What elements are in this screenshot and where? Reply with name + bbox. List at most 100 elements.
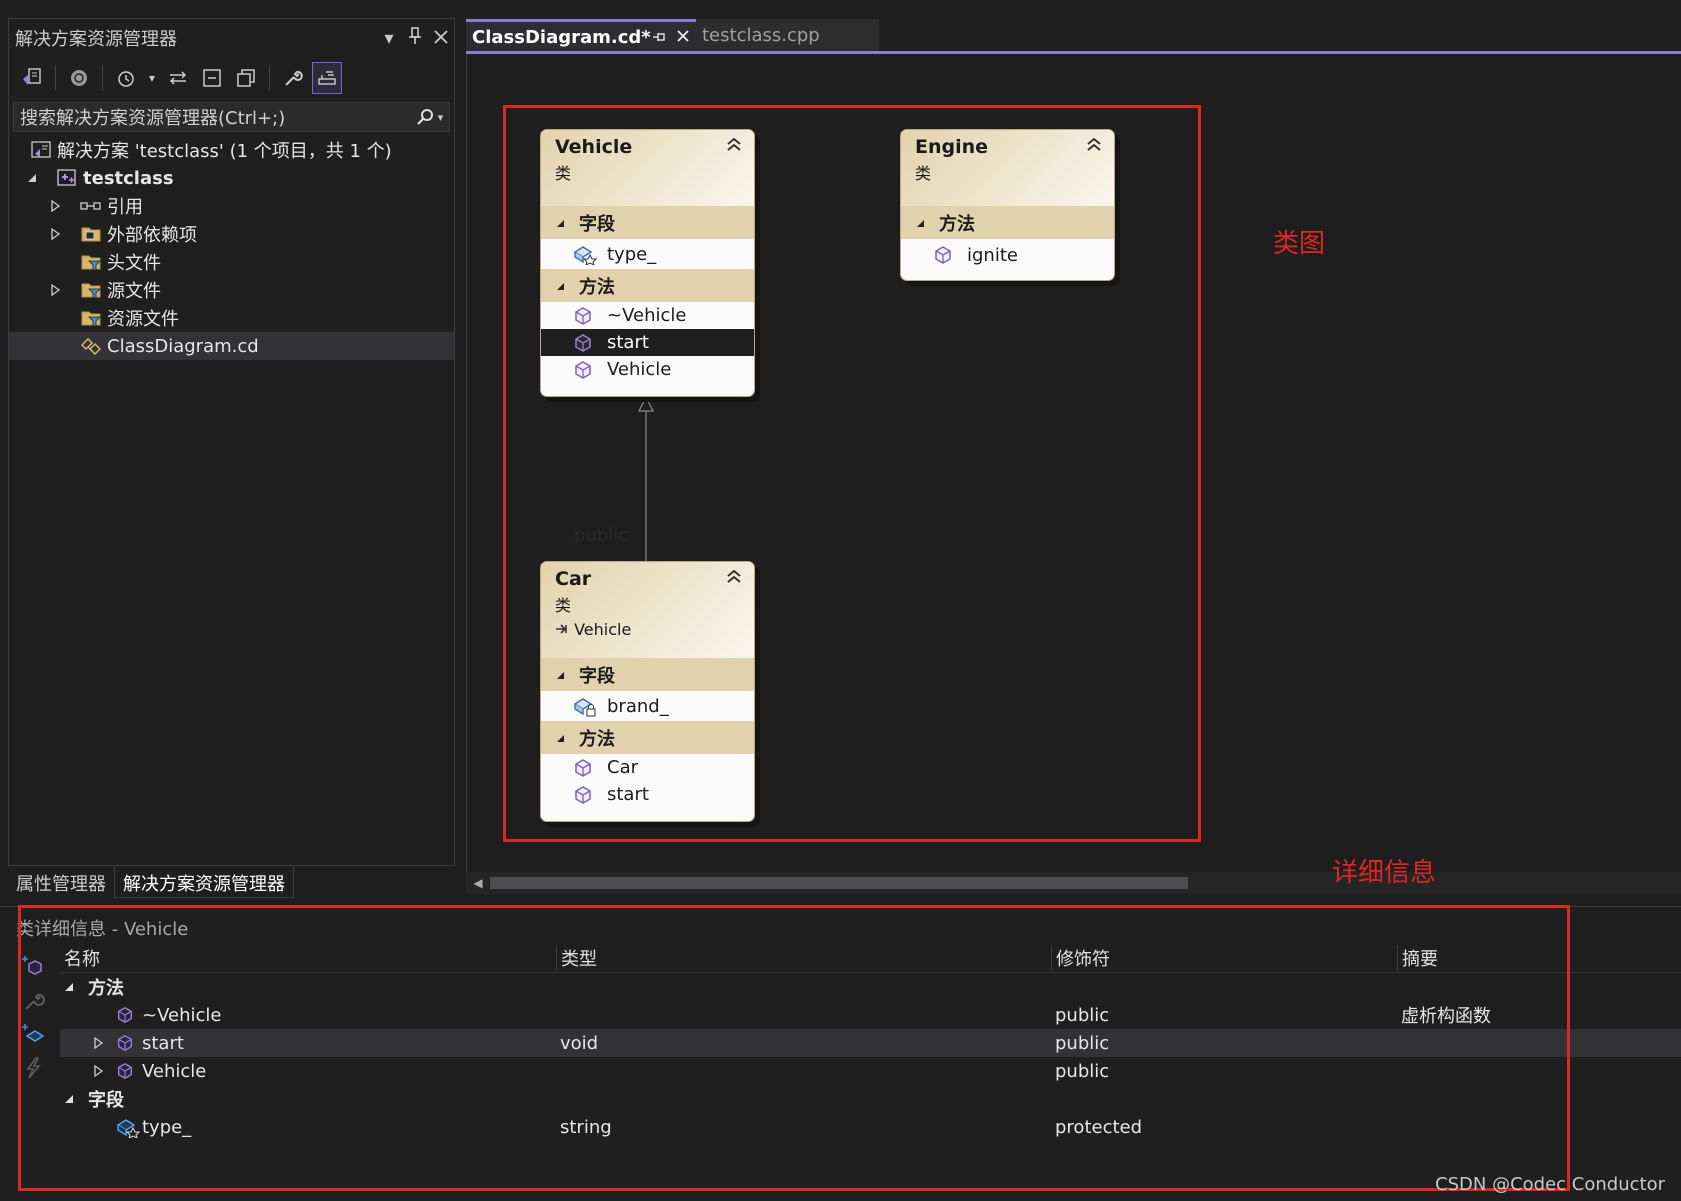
collapse-all-icon[interactable] (197, 62, 227, 94)
scroll-left-icon[interactable]: ◀ (466, 876, 490, 890)
chevron-down-icon[interactable]: ▾ (145, 62, 159, 94)
protected-field-icon (573, 243, 607, 265)
class-kind: 类 (555, 164, 572, 183)
compartment-title: 字段 (579, 665, 615, 687)
panel-title: 解决方案资源管理器 (15, 29, 177, 50)
cpp-project-icon (55, 167, 79, 189)
expanded-arrow-icon[interactable] (555, 733, 579, 743)
collapsed-arrow-icon[interactable] (49, 283, 63, 297)
tree-item-solution[interactable]: 解决方案 'testclass' (1 个项目，共 1 个) (9, 136, 454, 164)
member-name: Vehicle (607, 359, 672, 380)
document-tabs: ClassDiagram.cd* testclass.cpp (466, 19, 879, 52)
tree-item-external-deps[interactable]: 外部依赖项 (9, 220, 454, 248)
filter-folder-icon (79, 307, 103, 329)
tree-item-project[interactable]: testclass (9, 164, 454, 192)
tree-item-label: 资源文件 (107, 309, 179, 330)
member-ignite[interactable]: ignite (901, 239, 1114, 271)
tab-class-diagram[interactable]: ClassDiagram.cd* (466, 19, 696, 52)
search-icon[interactable]: ▾ (411, 108, 449, 126)
class-shape-car[interactable]: Car 类 Vehicle 字段 brand_ 方法 Car start (540, 561, 755, 822)
inherits-arrow-icon (555, 620, 574, 639)
search-input[interactable]: 搜索解决方案资源管理器(Ctrl+;) (20, 104, 411, 130)
dropdown-icon[interactable]: ▾ (376, 28, 402, 49)
member-constructor[interactable]: Vehicle (541, 356, 754, 383)
tab-label: testclass.cpp (702, 25, 820, 46)
compartment-header-fields[interactable]: 字段 (541, 206, 754, 239)
class-name: Engine (915, 136, 989, 158)
tab-label: ClassDiagram.cd* (472, 26, 651, 48)
inheritance-label: public (574, 525, 629, 546)
class-kind: 类 (555, 596, 572, 615)
expanded-arrow-icon[interactable] (555, 281, 579, 291)
solution-explorer-titlebar: 解决方案资源管理器 ▾ (9, 19, 454, 57)
solution-explorer-panel: 解决方案资源管理器 ▾ ▾ 搜索解决方案资源管理器(Ctrl+;) ▾ 解决方案… (8, 18, 455, 866)
class-name: Vehicle (555, 136, 633, 158)
method-icon (573, 785, 607, 805)
preview-selected-items-icon[interactable] (312, 62, 342, 94)
watermark: CSDN @Codec Conductor (1435, 1174, 1665, 1195)
member-name: Car (607, 757, 638, 778)
tree-item-label: ClassDiagram.cd (107, 335, 259, 357)
class-name: Car (555, 568, 592, 590)
solution-search-box[interactable]: 搜索解决方案资源管理器(Ctrl+;) ▾ (13, 102, 450, 132)
properties-wrench-icon[interactable] (278, 62, 308, 94)
close-icon[interactable] (428, 28, 454, 49)
horizontal-scrollbar[interactable]: ◀ (466, 872, 1681, 894)
tree-item-label: 源文件 (107, 281, 161, 302)
tree-item-header-files[interactable]: 头文件 (9, 248, 454, 276)
switch-views-icon[interactable] (17, 62, 47, 94)
class-shape-engine[interactable]: Engine 类 方法 ignite (900, 129, 1115, 281)
tree-item-class-diagram[interactable]: ClassDiagram.cd (9, 332, 454, 360)
pin-icon[interactable] (652, 27, 666, 48)
method-icon (573, 360, 607, 380)
tree-item-resource-files[interactable]: 资源文件 (9, 304, 454, 332)
method-icon (933, 245, 967, 265)
compartment-header-methods[interactable]: 方法 (541, 721, 754, 754)
copy-icon[interactable] (231, 62, 261, 94)
class-header[interactable]: Car 类 Vehicle (541, 562, 754, 658)
class-shape-vehicle[interactable]: Vehicle 类 字段 type_ 方法 ~Vehicle start Veh… (540, 129, 755, 397)
collapse-icon[interactable] (726, 136, 742, 157)
pin-icon[interactable] (402, 26, 428, 50)
class-header[interactable]: Vehicle 类 (541, 130, 754, 206)
member-car-start[interactable]: start (541, 781, 754, 808)
diagram-annotation: 类图 (1273, 229, 1326, 259)
member-name: brand_ (607, 695, 669, 717)
tab-property-manager[interactable]: 属性管理器 (8, 866, 114, 898)
collapsed-arrow-icon[interactable] (49, 227, 63, 241)
member-brand_[interactable]: brand_ (541, 691, 754, 721)
filter-folder-icon (79, 279, 103, 301)
sync-with-document-icon[interactable] (163, 62, 193, 94)
scrollbar-thumb[interactable] (490, 877, 1188, 889)
class-kind: 类 (915, 164, 932, 183)
tab-testclass-cpp[interactable]: testclass.cpp (696, 19, 879, 52)
compartment-header-fields[interactable]: 字段 (541, 658, 754, 691)
member-destructor[interactable]: ~Vehicle (541, 302, 754, 329)
class-header[interactable]: Engine 类 (901, 130, 1114, 206)
close-tab-icon[interactable] (676, 27, 690, 48)
pending-changes-icon[interactable] (111, 62, 141, 94)
inheritance-arrowhead (638, 395, 654, 412)
member-start-selected[interactable]: start (541, 329, 754, 356)
compartment-title: 方法 (939, 213, 975, 235)
private-field-icon (573, 695, 607, 717)
method-icon (573, 758, 607, 778)
expanded-arrow-icon[interactable] (25, 171, 39, 185)
tree-item-source-files[interactable]: 源文件 (9, 276, 454, 304)
tree-item-label: 引用 (107, 197, 143, 218)
member-type_[interactable]: type_ (541, 239, 754, 269)
tab-solution-explorer[interactable]: 解决方案资源管理器 (114, 866, 294, 898)
expanded-arrow-icon[interactable] (555, 670, 579, 680)
tree-item-references[interactable]: 引用 (9, 192, 454, 220)
compartment-header-methods[interactable]: 方法 (901, 206, 1114, 239)
expanded-arrow-icon[interactable] (915, 218, 939, 228)
expanded-arrow-icon[interactable] (555, 218, 579, 228)
compartment-header-methods[interactable]: 方法 (541, 269, 754, 302)
collapse-icon[interactable] (726, 568, 742, 589)
collapse-icon[interactable] (1086, 136, 1102, 157)
details-highlight-box (18, 905, 1570, 1191)
tree-item-label: testclass (83, 167, 174, 189)
member-car-constructor[interactable]: Car (541, 754, 754, 781)
collapsed-arrow-icon[interactable] (49, 199, 63, 213)
show-all-files-icon[interactable] (64, 62, 94, 94)
